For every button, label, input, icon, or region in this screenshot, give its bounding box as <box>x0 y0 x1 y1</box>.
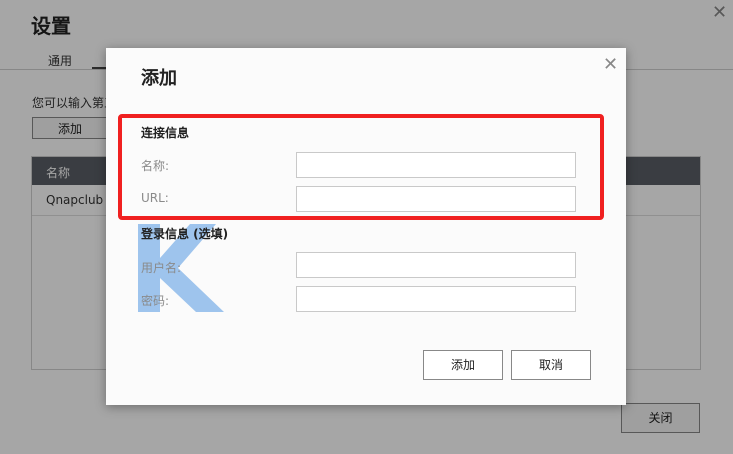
dialog-add-button[interactable]: 添加 <box>423 350 503 380</box>
url-label: URL: <box>141 191 169 205</box>
close-icon[interactable]: ✕ <box>603 54 618 75</box>
username-field[interactable] <box>296 252 576 278</box>
login-section-title: 登录信息 (选填) <box>141 227 229 241</box>
url-field[interactable] <box>296 186 576 212</box>
dialog-cancel-button[interactable]: 取消 <box>511 350 591 380</box>
name-label: 名称: <box>141 159 170 173</box>
dialog-title: 添加 <box>141 68 177 89</box>
password-label: 密码: <box>141 294 170 308</box>
connection-section-title: 连接信息 <box>141 126 190 140</box>
add-dialog: 添加 ✕ 连接信息 名称: URL: 登录信息 (选填) 用户名: 密码: 添加… <box>106 48 626 405</box>
name-field[interactable] <box>296 152 576 178</box>
username-label: 用户名: <box>141 261 182 275</box>
password-field[interactable] <box>296 286 576 312</box>
